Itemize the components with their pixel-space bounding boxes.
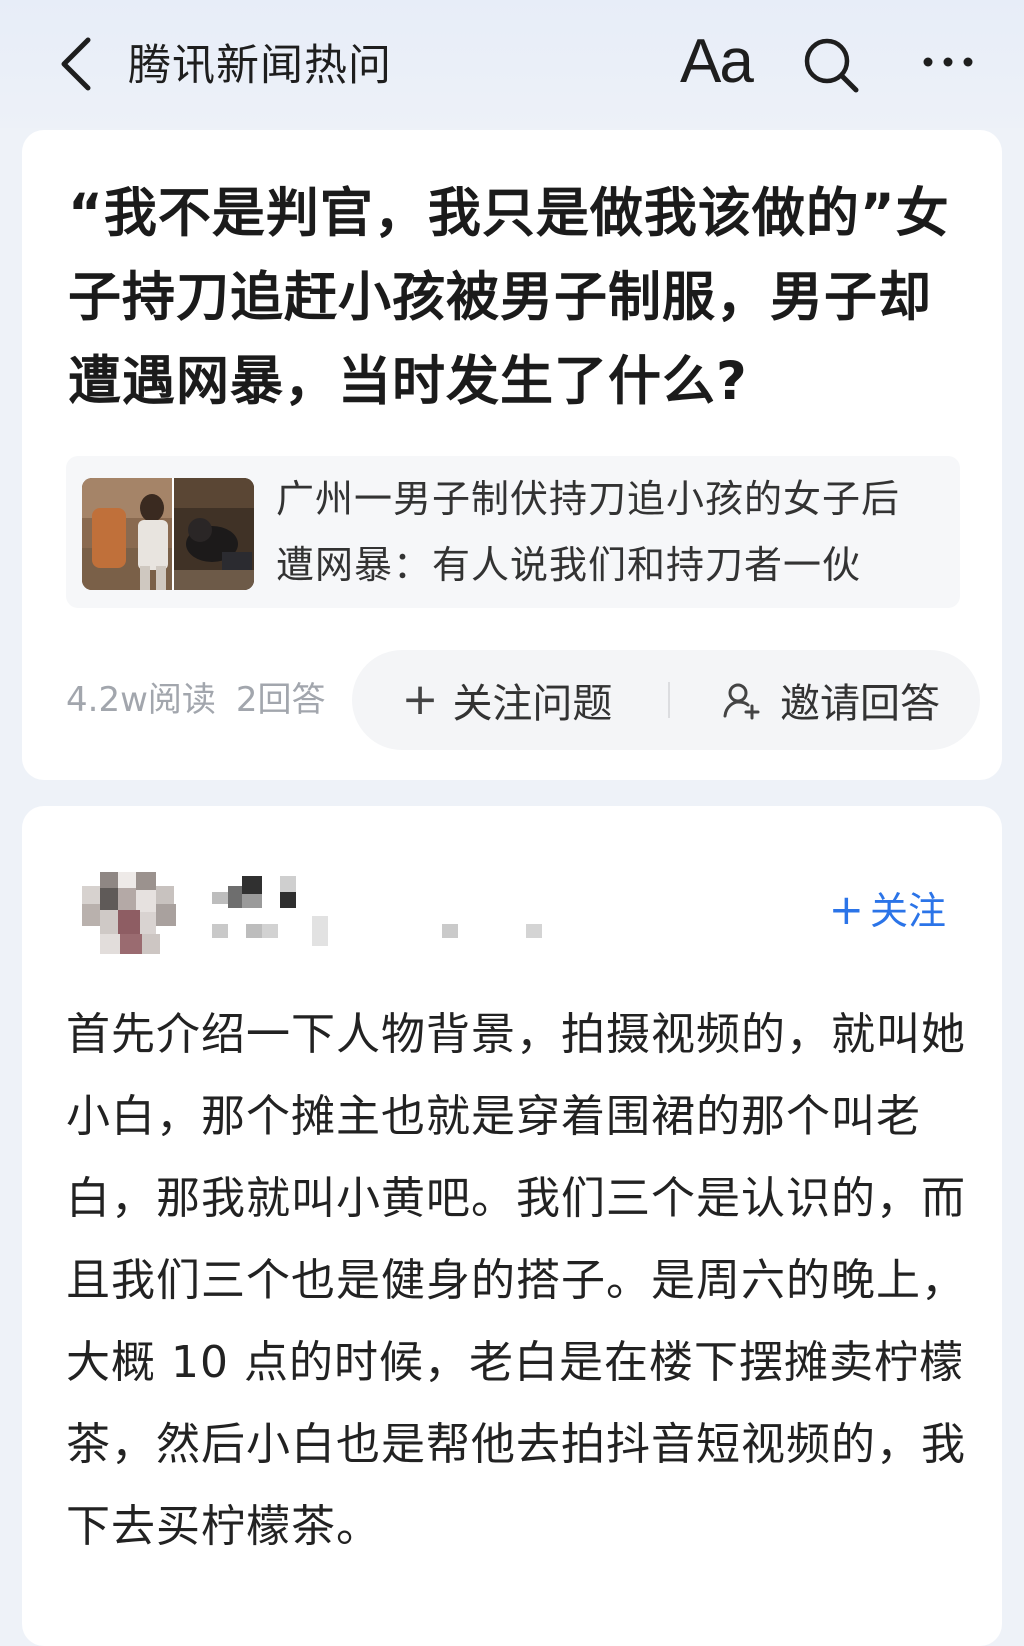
more-horizontal-icon[interactable] <box>920 52 976 72</box>
answer-card: + 关注 首先介绍一下人物背景，拍摄视频的，就叫她小白，那个摊主也就是穿着围裙的那… <box>22 806 1002 1646</box>
answer-body: 首先介绍一下人物背景，拍摄视频的，就叫她小白，那个摊主也就是穿着围裙的那个叫老白… <box>66 1009 966 1552</box>
invite-answer-button[interactable]: 邀请回答 <box>686 650 976 750</box>
author-avatar[interactable] <box>82 872 182 956</box>
plus-icon: + <box>401 674 439 725</box>
plus-icon: + <box>828 885 864 934</box>
follow-question-label: 关注问题 <box>452 681 613 727</box>
question-actions: + 关注问题 邀请回答 <box>352 650 980 750</box>
related-news-title: 广州一男子制伏持刀追小孩的女子后遭网暴：有人说我们和持刀者一伙 <box>276 477 901 587</box>
follow-question-button[interactable]: + 关注问题 <box>372 650 642 750</box>
news-thumbnail <box>82 478 254 590</box>
search-icon[interactable] <box>802 36 860 94</box>
read-count: 4.2w阅读 <box>66 680 216 720</box>
divider <box>668 682 670 718</box>
related-news-card[interactable]: 广州一男子制伏持刀追小孩的女子后遭网暴：有人说我们和持刀者一伙 <box>66 456 960 608</box>
page-title: 腾讯新闻热问 <box>128 41 392 91</box>
answer-count: 2回答 <box>235 680 326 720</box>
author-name[interactable] <box>212 876 412 916</box>
follow-author-button[interactable]: + 关注 <box>829 886 946 935</box>
author-meta <box>212 916 542 946</box>
question-title: “我不是判官，我只是做我该做的”女子持刀追赶小孩被男子制服，男子却遭遇网暴，当时… <box>68 183 950 412</box>
invite-answer-label: 邀请回答 <box>780 681 940 727</box>
chevron-left-icon[interactable] <box>56 36 96 92</box>
question-card: “我不是判官，我只是做我该做的”女子持刀追赶小孩被男子制服，男子却遭遇网暴，当时… <box>22 130 1002 780</box>
font-size-icon[interactable]: Aa <box>680 28 754 96</box>
follow-author-label: 关注 <box>869 889 946 933</box>
top-bar: 腾讯新闻热问 Aa <box>0 0 1024 128</box>
add-user-icon <box>723 683 760 720</box>
question-stats: 4.2w阅读 2回答 <box>66 676 326 724</box>
